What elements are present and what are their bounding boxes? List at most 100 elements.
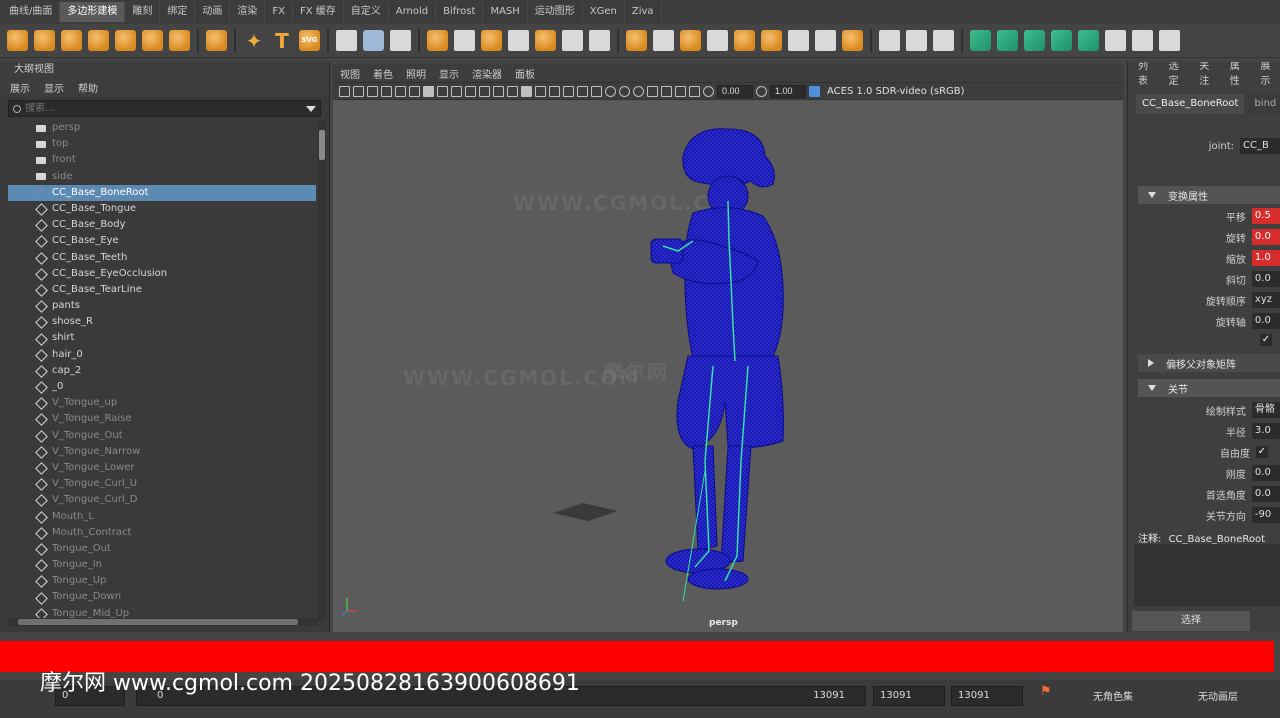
torus-icon[interactable] — [115, 30, 136, 51]
joint-name-field[interactable]: CC_B — [1240, 138, 1280, 154]
animation-end-field[interactable]: 13091 — [951, 686, 1023, 706]
attribute-field[interactable]: 3.0 — [1251, 423, 1280, 439]
outliner-menu-help[interactable]: 帮助 — [78, 80, 98, 95]
character-model[interactable] — [333, 101, 1123, 632]
grid-icon[interactable] — [423, 85, 434, 97]
cylinder-icon[interactable] — [61, 30, 82, 51]
attribute-field[interactable]: ✓ — [1256, 446, 1268, 458]
shelf-tab[interactable]: FX — [265, 2, 293, 22]
outliner-item[interactable]: V_Tongue_Raise — [8, 411, 316, 427]
attribute-field[interactable]: -90 — [1251, 507, 1280, 523]
shelf-tab[interactable]: FX 缓存 — [293, 2, 344, 22]
outliner-item[interactable]: top — [8, 136, 316, 152]
outliner-item[interactable]: ⟋ CC_Base_BoneRoot — [8, 184, 316, 201]
attribute-field[interactable]: 骨骼 — [1251, 402, 1280, 418]
extrude-icon[interactable] — [626, 30, 647, 51]
attribute-field[interactable]: 0.0 — [1251, 486, 1280, 502]
outliner-item[interactable]: cap_2 — [8, 363, 316, 379]
multi-cut-icon[interactable] — [879, 30, 900, 51]
outliner-item[interactable]: hair_0 — [8, 347, 316, 363]
attr-menu-selected[interactable]: 选定 — [1169, 62, 1189, 87]
outliner-item[interactable]: shirt — [8, 330, 316, 346]
outliner-item[interactable]: CC_Base_Body — [8, 217, 316, 233]
outliner-item[interactable]: CC_Base_TearLine — [8, 282, 316, 298]
joint-section[interactable]: 关节 — [1138, 379, 1280, 397]
character-set-dropdown[interactable]: 无角色集 — [1093, 688, 1133, 703]
outliner-horizontal-scrollbar[interactable] — [8, 618, 318, 626]
inherits-checkbox[interactable]: ✓ — [1260, 334, 1272, 346]
attr-menu-focus[interactable]: 关注 — [1199, 62, 1219, 87]
uv-planar-icon[interactable] — [970, 30, 991, 51]
attribute-field[interactable]: 0.0 — [1251, 313, 1280, 329]
soccer-ball-icon[interactable] — [206, 30, 227, 51]
lights-icon[interactable] — [577, 85, 588, 97]
uv-auto-icon[interactable] — [1051, 30, 1072, 51]
resolution-gate-icon[interactable] — [451, 85, 462, 97]
xray-joints-icon[interactable] — [689, 85, 700, 97]
outliner-item[interactable]: V_Tongue_Narrow — [8, 444, 316, 460]
motion-blur-icon[interactable] — [619, 85, 630, 97]
attribute-field[interactable]: 0.5 — [1251, 208, 1280, 224]
merge-icon[interactable] — [707, 30, 728, 51]
sphere-icon[interactable] — [7, 30, 28, 51]
animation-layer-dropdown[interactable]: 无动画层 — [1198, 688, 1238, 703]
uv-cut-icon[interactable] — [1132, 30, 1153, 51]
tab-boneroot[interactable]: CC_Base_BoneRoot — [1136, 94, 1245, 114]
shelf-tab[interactable]: 绑定 — [160, 2, 196, 22]
viewport-menu-lighting[interactable]: 照明 — [406, 66, 426, 81]
outliner-item[interactable]: V_Tongue_Curl_U — [8, 476, 316, 492]
tab-bind[interactable]: bind — [1248, 94, 1280, 114]
uv-spherical-icon[interactable] — [1024, 30, 1045, 51]
uv-cylindrical-icon[interactable] — [997, 30, 1018, 51]
film-gate-icon[interactable] — [437, 85, 448, 97]
attribute-field[interactable]: 0.0 — [1251, 229, 1280, 245]
outliner-menu-show[interactable]: 展示 — [10, 80, 30, 95]
textured-icon[interactable] — [563, 85, 574, 97]
boolean-icon[interactable] — [535, 30, 556, 51]
gamma-icon[interactable] — [756, 85, 767, 97]
bevel-icon[interactable] — [680, 30, 701, 51]
mirror-icon[interactable] — [562, 30, 583, 51]
outliner-item[interactable]: front — [8, 152, 316, 168]
viewport-menu-panels[interactable]: 面板 — [515, 66, 535, 81]
scrollbar-thumb[interactable] — [18, 619, 298, 625]
svg-icon[interactable]: SVG — [299, 30, 320, 51]
attribute-field[interactable]: 0.0 — [1251, 271, 1280, 287]
combine-icon[interactable] — [427, 30, 448, 51]
outliner-vertical-scrollbar[interactable] — [318, 120, 326, 620]
outliner-item[interactable]: CC_Base_EyeOcclusion — [8, 266, 316, 282]
disc-icon[interactable] — [169, 30, 190, 51]
attribute-field[interactable]: 1.0 — [1251, 250, 1280, 266]
cube-icon[interactable] — [34, 30, 55, 51]
text-icon[interactable]: T — [271, 29, 293, 53]
outliner-item[interactable]: pants — [8, 298, 316, 314]
grease-pencil-icon[interactable] — [409, 85, 420, 97]
attribute-field[interactable]: xyz — [1251, 292, 1280, 308]
select-camera-icon[interactable] — [339, 85, 350, 97]
attr-menu-list[interactable]: 列表 — [1138, 62, 1158, 87]
bookmark-icon[interactable] — [367, 85, 378, 97]
color-management-icon[interactable] — [809, 85, 820, 97]
transform-attributes-section[interactable]: 变换属性 — [1138, 186, 1280, 204]
snap-icon[interactable] — [390, 30, 411, 51]
offset-parent-matrix-section[interactable]: 偏移父对象矩阵 — [1138, 354, 1280, 372]
outliner-item[interactable]: Mouth_Contract — [8, 525, 316, 541]
depth-of-field-icon[interactable] — [647, 85, 658, 97]
outliner-item[interactable]: shose_R — [8, 314, 316, 330]
anti-aliasing-icon[interactable] — [633, 85, 644, 97]
attribute-field[interactable]: 0.0 — [1251, 465, 1280, 481]
smooth-icon[interactable] — [508, 30, 529, 51]
shelf-tab[interactable]: MASH — [483, 2, 528, 22]
quad-draw-icon[interactable] — [933, 30, 954, 51]
attr-menu-show[interactable]: 展示 — [1260, 62, 1280, 87]
exposure-icon[interactable] — [703, 85, 714, 97]
bridge-icon[interactable] — [653, 30, 674, 51]
safe-title-icon[interactable] — [507, 85, 518, 97]
outliner-item[interactable]: V_Tongue_Out — [8, 428, 316, 444]
fill-hole-icon[interactable] — [734, 30, 755, 51]
outliner-item[interactable]: persp — [8, 120, 316, 136]
viewport-menu-show[interactable]: 显示 — [439, 66, 459, 81]
image-plane-icon[interactable] — [381, 85, 392, 97]
shelf-tab[interactable]: 运动图形 — [528, 2, 583, 22]
outliner-search-input[interactable] — [21, 103, 291, 114]
